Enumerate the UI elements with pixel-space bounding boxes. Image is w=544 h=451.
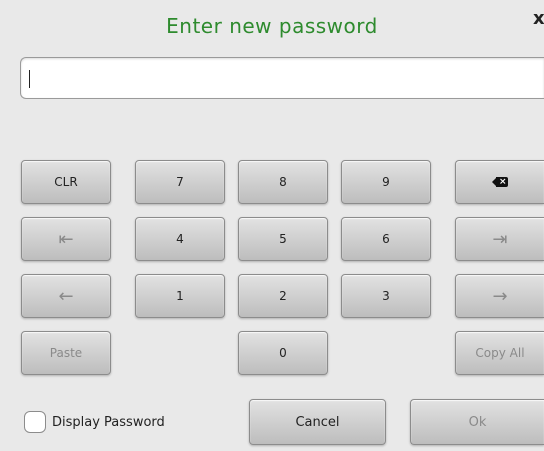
backspace-icon: ×	[492, 177, 508, 187]
key-2-label: 2	[279, 289, 287, 303]
key-1-label: 1	[176, 289, 184, 303]
key-0[interactable]: 0	[238, 331, 328, 375]
display-password-checkbox[interactable]	[24, 411, 46, 433]
key-2[interactable]: 2	[238, 274, 328, 318]
key-8-label: 8	[279, 175, 287, 189]
move-to-end-icon: ⇥	[492, 228, 508, 250]
key-5-label: 5	[279, 232, 287, 246]
cancel-button[interactable]: Cancel	[249, 399, 386, 445]
key-0-label: 0	[279, 346, 287, 360]
key-5[interactable]: 5	[238, 217, 328, 261]
key-1[interactable]: 1	[135, 274, 225, 318]
key-4-label: 4	[176, 232, 184, 246]
password-input[interactable]	[20, 57, 544, 99]
key-9-label: 9	[382, 175, 390, 189]
clear-button[interactable]: CLR	[21, 160, 111, 204]
dialog-title: Enter new password	[166, 14, 378, 38]
paste-button-label: Paste	[49, 346, 83, 360]
backspace-button[interactable]: ×	[455, 160, 544, 204]
cursor-right-button[interactable]: →	[455, 274, 544, 318]
key-3[interactable]: 3	[341, 274, 431, 318]
display-password-label: Display Password	[52, 414, 165, 430]
key-8[interactable]: 8	[238, 160, 328, 204]
arrow-left-icon: ←	[58, 285, 74, 307]
move-to-end-button[interactable]: ⇥	[455, 217, 544, 261]
cancel-button-label: Cancel	[295, 414, 340, 430]
copy-all-button-label: Copy All	[475, 346, 525, 360]
clear-button-label: CLR	[54, 175, 78, 189]
key-9[interactable]: 9	[341, 160, 431, 204]
move-to-start-button[interactable]: ⇤	[21, 217, 111, 261]
move-to-start-icon: ⇤	[58, 228, 74, 250]
text-caret	[29, 70, 30, 88]
key-7-label: 7	[176, 175, 184, 189]
ok-button[interactable]: Ok	[410, 399, 544, 445]
key-7[interactable]: 7	[135, 160, 225, 204]
ok-button-label: Ok	[468, 414, 487, 430]
close-icon[interactable]: x	[533, 10, 544, 28]
display-password-toggle[interactable]: Display Password	[24, 410, 165, 434]
paste-button[interactable]: Paste	[21, 331, 111, 375]
key-3-label: 3	[382, 289, 390, 303]
cursor-left-button[interactable]: ←	[21, 274, 111, 318]
copy-all-button[interactable]: Copy All	[455, 331, 544, 375]
arrow-right-icon: →	[492, 285, 508, 307]
key-4[interactable]: 4	[135, 217, 225, 261]
key-6-label: 6	[382, 232, 390, 246]
key-6[interactable]: 6	[341, 217, 431, 261]
